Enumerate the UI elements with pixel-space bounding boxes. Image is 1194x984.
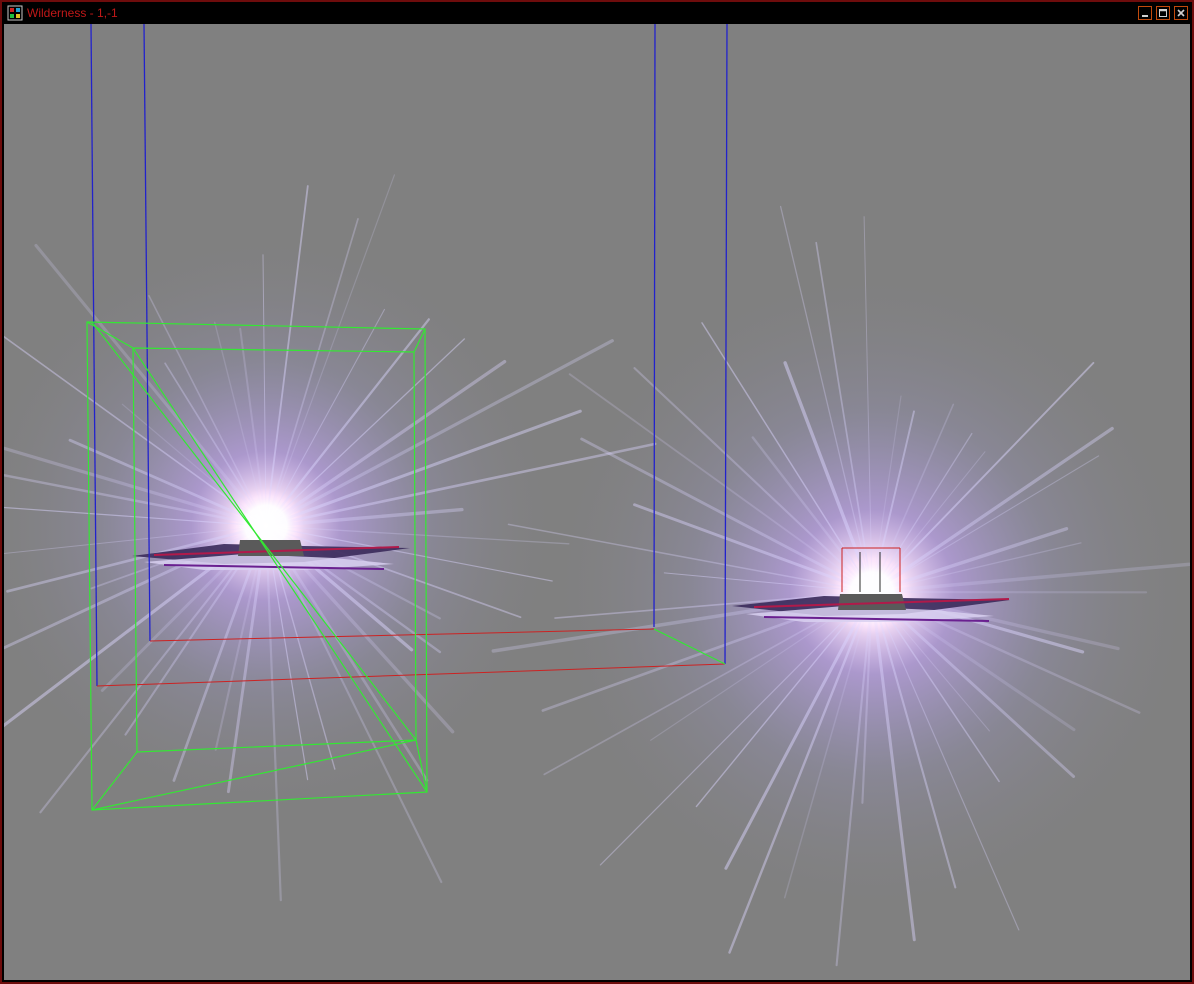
maximize-icon (1159, 9, 1167, 17)
minimize-button[interactable] (1138, 6, 1152, 20)
flare-object-right[interactable] (491, 205, 1190, 967)
close-icon (1177, 9, 1185, 17)
window-title: Wilderness - 1,-1 (27, 6, 118, 20)
app-window: Wilderness - 1,-1 (0, 0, 1194, 984)
maximize-button[interactable] (1156, 6, 1170, 20)
3d-viewport[interactable] (4, 24, 1190, 980)
scene-canvas[interactable] (4, 24, 1190, 980)
close-button[interactable] (1174, 6, 1188, 20)
title-bar[interactable]: Wilderness - 1,-1 (2, 2, 1192, 24)
minimize-icon (1142, 15, 1148, 17)
editor-grid-icon (7, 5, 23, 21)
